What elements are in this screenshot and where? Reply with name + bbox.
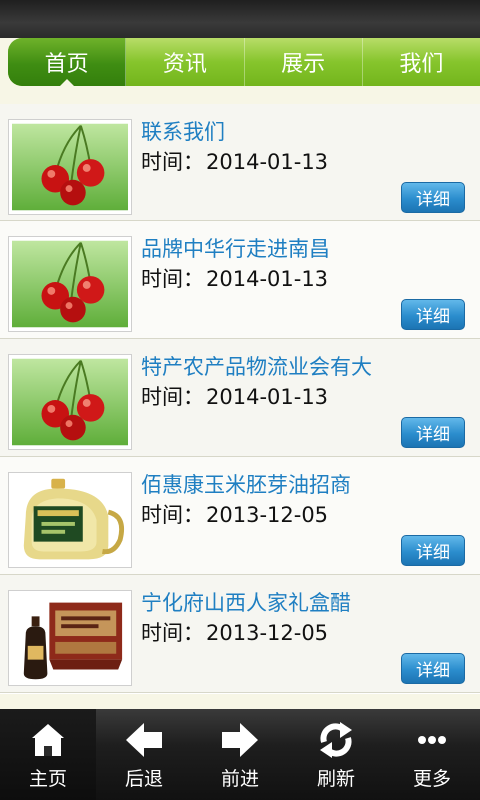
list-item[interactable]: 佰惠康玉米胚芽油招商 时间：2013-12-05 详细 <box>0 457 480 575</box>
vinegar-giftbox-thumbnail[interactable] <box>8 590 132 686</box>
nav-label: 刷新 <box>316 768 355 790</box>
date-label: 时间： <box>141 385 204 409</box>
vinegar-giftbox-image <box>12 594 128 682</box>
nav-refresh[interactable]: 刷新 <box>288 709 384 800</box>
item-date: 时间：2013-12-05 <box>141 617 328 647</box>
nav-label: 前进 <box>220 768 259 790</box>
list-item[interactable]: 特产农产品物流业会有大 时间：2014-01-13 详细 <box>0 339 480 457</box>
bottom-nav: 主页 后退 前进 刷新 更多 <box>0 709 480 800</box>
tab-home[interactable]: 首页 <box>8 38 127 86</box>
item-title[interactable]: 品牌中华行走进南昌 <box>141 233 330 263</box>
list-item[interactable]: 联系我们 时间：2014-01-13 详细 <box>0 104 480 221</box>
cherries-thumbnail[interactable] <box>8 354 132 450</box>
date-label: 时间： <box>141 150 204 174</box>
detail-button[interactable]: 详细 <box>401 182 465 213</box>
cherries-thumbnail[interactable] <box>8 119 132 215</box>
tab-showcase[interactable]: 展示 <box>245 38 363 86</box>
more-icon <box>418 736 446 744</box>
nav-back[interactable]: 后退 <box>96 709 192 800</box>
item-date: 时间：2014-01-13 <box>141 263 328 293</box>
date-value: 2013-12-05 <box>206 621 329 645</box>
item-title[interactable]: 宁化府山西人家礼盒醋 <box>141 587 351 617</box>
oil-bottle-thumbnail[interactable] <box>8 472 132 568</box>
oil-bottle-image <box>12 476 128 564</box>
arrow-left-icon <box>126 723 162 757</box>
tab-news[interactable]: 资讯 <box>126 38 245 86</box>
refresh-icon <box>320 722 352 758</box>
arrow-right-icon <box>222 723 258 757</box>
date-value: 2013-12-05 <box>206 503 329 527</box>
detail-button[interactable]: 详细 <box>401 535 465 566</box>
nav-label: 主页 <box>28 768 67 790</box>
item-title[interactable]: 特产农产品物流业会有大 <box>141 351 372 381</box>
cherries-thumbnail[interactable] <box>8 236 132 332</box>
date-value: 2014-01-13 <box>206 267 329 291</box>
date-label: 时间： <box>141 621 204 645</box>
detail-button[interactable]: 详细 <box>401 417 465 448</box>
nav-label: 后退 <box>124 768 163 790</box>
cherries-image <box>12 240 128 328</box>
nav-more[interactable]: 更多 <box>384 709 480 800</box>
detail-button[interactable]: 详细 <box>401 653 465 684</box>
item-date: 时间：2014-01-13 <box>141 146 328 176</box>
news-list: 联系我们 时间：2014-01-13 详细 品牌中华行走进南昌 时间：2014-… <box>0 104 480 693</box>
list-item[interactable]: 宁化府山西人家礼盒醋 时间：2013-12-05 详细 <box>0 575 480 693</box>
detail-button[interactable]: 详细 <box>401 299 465 330</box>
nav-home[interactable]: 主页 <box>0 709 96 800</box>
list-item[interactable]: 品牌中华行走进南昌 时间：2014-01-13 详细 <box>0 221 480 339</box>
tab-about-us[interactable]: 我们 <box>363 38 480 86</box>
item-date: 时间：2014-01-13 <box>141 381 328 411</box>
date-label: 时间： <box>141 267 204 291</box>
cherries-image <box>12 358 128 446</box>
item-title[interactable]: 佰惠康玉米胚芽油招商 <box>141 469 351 499</box>
nav-forward[interactable]: 前进 <box>192 709 288 800</box>
status-bar <box>0 0 480 38</box>
nav-label: 更多 <box>412 768 451 790</box>
date-label: 时间： <box>141 503 204 527</box>
date-value: 2014-01-13 <box>206 385 329 409</box>
item-title[interactable]: 联系我们 <box>141 116 225 146</box>
cherries-image <box>12 123 128 211</box>
item-date: 时间：2013-12-05 <box>141 499 328 529</box>
date-value: 2014-01-13 <box>206 150 329 174</box>
home-icon <box>32 724 64 756</box>
tab-bar: 首页 资讯 展示 我们 <box>8 38 480 86</box>
